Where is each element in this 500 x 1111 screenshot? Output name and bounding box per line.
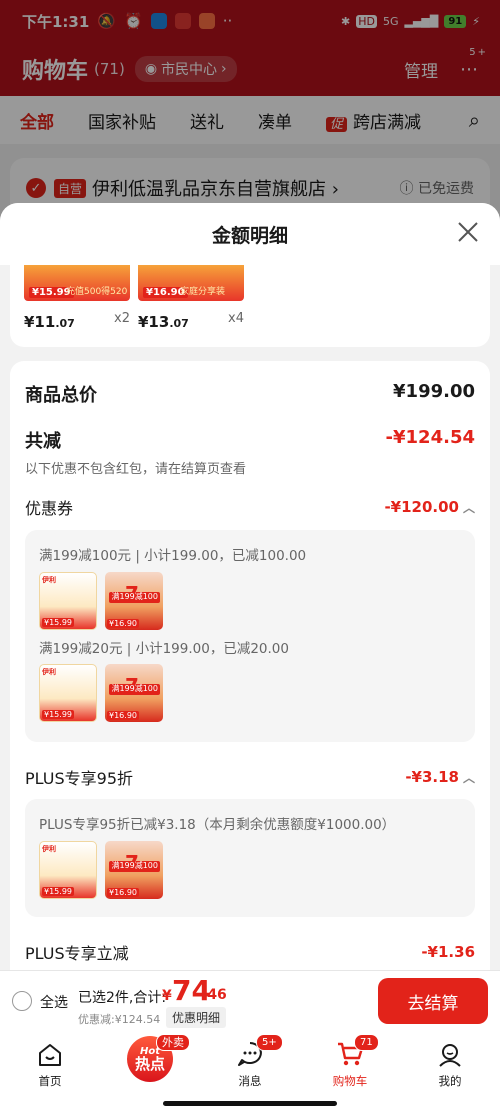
- plus95-detail-box: PLUS专享95折已减¥3.18（本月剩余优惠额度¥1000.00） 伊利 ¥1…: [25, 799, 475, 917]
- total-value: ¥199.00: [393, 381, 475, 402]
- product-thumbnail: 伊利 ¥15.99: [39, 664, 97, 722]
- tab-hot[interactable]: Hot 热点 外卖: [110, 1032, 190, 1082]
- bottom-tab-bar: 首页 Hot 热点 外卖 消息 5+ 购物车 71 我的: [0, 1032, 500, 1111]
- tab-home[interactable]: 首页: [10, 1032, 90, 1089]
- chevron-up-icon: ︿: [462, 770, 475, 785]
- plus95-label: PLUS专享95折: [25, 769, 133, 788]
- tab-messages[interactable]: 消息 5+: [210, 1032, 290, 1089]
- coupon-line: 满199减20元 | 小计199.00，已减20.00: [39, 641, 289, 657]
- home-icon: [39, 1044, 61, 1066]
- chevron-up-icon: ︿: [462, 500, 475, 515]
- product-thumbnail: 7 满199减100 ¥16.90: [105, 664, 163, 722]
- tab-profile[interactable]: 我的: [410, 1032, 490, 1089]
- select-all-checkbox[interactable]: [12, 991, 32, 1011]
- messages-badge: 5+: [256, 1034, 283, 1051]
- sheet-title: 金额明细: [211, 224, 288, 247]
- coupon-amount: -¥120.00 ︿: [384, 498, 475, 516]
- coupon-section-header[interactable]: 优惠券 -¥120.00 ︿: [25, 495, 475, 519]
- selected-count: 已选2件,合计:: [78, 990, 167, 1006]
- plus-reduce-label: PLUS专享立减: [25, 944, 129, 963]
- plus95-section-header[interactable]: PLUS专享95折 -¥3.18 ︿: [25, 765, 475, 789]
- checkout-bar: 全选 已选2件,合计: ¥ 74 .46 优惠减:¥124.54 优惠明细 去结…: [0, 970, 500, 1032]
- plus95-amount: -¥3.18 ︿: [405, 768, 475, 786]
- reduce-row: 共减 -¥124.54: [25, 427, 475, 453]
- tab-messages-label: 消息: [238, 1074, 262, 1088]
- coupon-detail-box: 满199减100元 | 小计199.00，已减100.00 伊利 ¥15.99 …: [25, 530, 475, 742]
- tab-profile-label: 我的: [438, 1074, 462, 1088]
- product-thumbnail: ¥15.99 充值500得520: [24, 265, 130, 301]
- hot-label: 热点: [134, 1054, 165, 1073]
- select-all-label[interactable]: 全选: [40, 992, 68, 1012]
- reduce-label: 共减: [25, 431, 61, 452]
- goods-qty: x4: [228, 311, 244, 326]
- plus95-thumbs: 伊利 ¥15.99 7 满199减100 ¥16.90: [39, 841, 163, 899]
- product-thumbnail: ¥16.90 家庭分享装: [138, 265, 244, 301]
- discount-label: 优惠减:¥124.54: [78, 1013, 161, 1026]
- plus-reduce-row: PLUS专享立减 -¥1.36: [25, 940, 475, 964]
- checkout-button[interactable]: 去结算: [378, 978, 488, 1024]
- goods-qty: x2: [114, 311, 130, 326]
- product-thumbnail: 7 满199减100 ¥16.90: [105, 572, 163, 630]
- plus95-line: PLUS专享95折已减¥3.18（本月剩余优惠额度¥1000.00）: [39, 817, 396, 833]
- thumb-desc: 家庭分享装: [180, 287, 226, 297]
- home-indicator: [163, 1101, 337, 1106]
- takeout-badge: 外卖: [156, 1034, 190, 1051]
- product-thumbnail: 伊利 ¥15.99: [39, 841, 97, 899]
- reduce-note: 以下优惠不包含红包，请在结算页查看: [25, 462, 247, 477]
- product-thumbnail: 伊利 ¥15.99: [39, 572, 97, 630]
- product-thumbnail: 7 满199减100 ¥16.90: [105, 841, 163, 899]
- coupon-line: 满199减100元 | 小计199.00，已减100.00: [39, 548, 307, 564]
- close-icon[interactable]: [456, 220, 480, 244]
- sheet-header: 金额明细: [0, 203, 500, 265]
- coupon-label: 优惠券: [25, 499, 74, 518]
- coupon-thumbs: 伊利 ¥15.99 7 满199减100 ¥16.90: [39, 572, 163, 630]
- thumb-desc: 充值500得520: [66, 287, 128, 297]
- total-amount-dec: .46: [202, 987, 227, 1003]
- coupon-thumbs: 伊利 ¥15.99 7 满199减100 ¥16.90: [39, 664, 163, 722]
- profile-icon: [439, 1044, 461, 1067]
- reduce-value: -¥124.54: [385, 427, 475, 448]
- total-row: 商品总价 ¥199.00: [25, 381, 475, 407]
- total-currency: ¥: [162, 988, 172, 1004]
- cart-badge: 71: [354, 1034, 379, 1051]
- tab-cart-label: 购物车: [332, 1074, 368, 1088]
- tab-cart[interactable]: 购物车 71: [310, 1032, 390, 1089]
- total-label: 商品总价: [25, 385, 97, 406]
- plus-reduce-amount: -¥1.36: [421, 943, 475, 961]
- goods-summary: ¥15.99 充值500得520 ¥11.07 x2 ¥16.90 家庭分享装 …: [10, 265, 490, 347]
- tab-home-label: 首页: [38, 1074, 62, 1088]
- discount-detail-button[interactable]: 优惠明细: [166, 1007, 227, 1028]
